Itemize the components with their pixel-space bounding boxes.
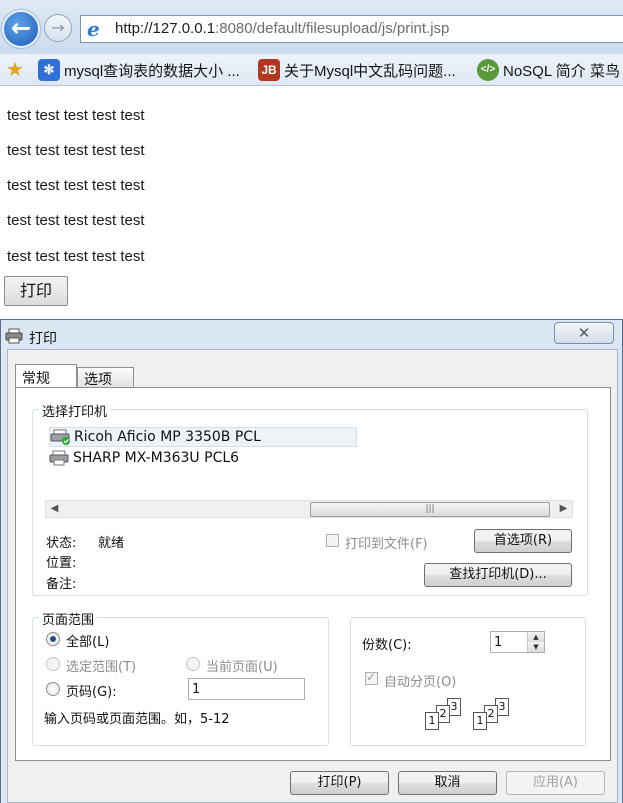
printer-name: Ricoh Aficio MP 3350B PCL bbox=[74, 429, 261, 445]
dialog-title: 打印 bbox=[29, 331, 57, 347]
scroll-right-arrow-icon[interactable]: ▶ bbox=[555, 501, 572, 517]
collate-pages-icon: 3 2 1 bbox=[425, 698, 465, 732]
range-pages-radio[interactable] bbox=[46, 682, 60, 696]
find-printer-button[interactable]: 查找打印机(D)... bbox=[424, 563, 572, 587]
star-icon: ★ bbox=[6, 59, 24, 81]
url-host: http://127.0.0.1 bbox=[115, 20, 216, 37]
favorite-label: NoSQL 简介 菜鸟 bbox=[503, 62, 620, 80]
printer-item-ricoh[interactable]: Ricoh Aficio MP 3350B PCL bbox=[49, 427, 357, 447]
range-selection-label: 选定范围(T) bbox=[66, 660, 137, 675]
scroll-left-arrow-icon[interactable]: ◀ bbox=[46, 501, 63, 517]
cancel-button[interactable]: 取消 bbox=[398, 771, 497, 795]
favorites-star-button[interactable]: ★ bbox=[6, 58, 24, 82]
range-all-radio[interactable] bbox=[46, 632, 60, 646]
copies-spinner[interactable]: ▲ ▼ bbox=[527, 632, 544, 652]
ie-icon: e bbox=[87, 17, 100, 41]
print-button[interactable]: 打印(P) bbox=[290, 771, 389, 795]
printer-icon bbox=[49, 450, 69, 466]
copies-label: 份数(C): bbox=[362, 638, 412, 653]
range-selection-radio[interactable] bbox=[46, 657, 60, 671]
copies-group: 份数(C): 1 ▲ ▼ 自动分页(O) 3 2 1 3 2 1 bbox=[350, 617, 586, 746]
scroll-thumb[interactable]: ||| bbox=[310, 502, 550, 517]
favorite-label: 关于Mysql中文乱码问题... bbox=[284, 62, 456, 80]
dialog-body: 常规 选项 选择打印机 Ricoh Aficio MP 3350B PCL SH… bbox=[7, 349, 618, 803]
preferences-button[interactable]: 首选项(R) bbox=[474, 529, 572, 553]
jb-icon: JB bbox=[258, 59, 280, 81]
select-printer-label: 选择打印机 bbox=[39, 401, 111, 420]
test-text-line: test test test test test bbox=[7, 142, 145, 159]
test-text-line: test test test test test bbox=[7, 107, 145, 124]
address-bar[interactable]: e http://127.0.0.1:8080/default/filesupl… bbox=[80, 15, 623, 43]
test-text-line: test test test test test bbox=[7, 248, 145, 265]
favorites-bar: ★ ✻ mysql查询表的数据大小 ... JB 关于Mysql中文乱码问题..… bbox=[0, 54, 623, 86]
range-current-page-radio[interactable] bbox=[186, 657, 200, 671]
page-range-hint: 输入页码或页面范围。如，5-12 bbox=[44, 712, 230, 727]
print-dialog: 打印 ✕ 常规 选项 选择打印机 Ricoh Aficio MP 3350B P… bbox=[0, 319, 623, 803]
print-to-file-checkbox[interactable] bbox=[326, 534, 339, 547]
collate-label: 自动分页(O) bbox=[384, 675, 457, 690]
status-label: 状态: bbox=[46, 536, 77, 551]
tab-panel-general: 选择打印机 Ricoh Aficio MP 3350B PCL SHARP MX… bbox=[15, 387, 611, 761]
tab-options[interactable]: 选项 bbox=[77, 367, 134, 388]
collate-checkbox[interactable] bbox=[365, 670, 378, 685]
collate-pages-icon: 3 2 1 bbox=[473, 698, 513, 732]
range-current-page-label: 当前页面(U) bbox=[206, 660, 278, 675]
url-path: :8080/default/filesupload/js/print.jsp bbox=[215, 20, 450, 37]
comment-label: 备注: bbox=[46, 577, 77, 592]
test-text-line: test test test test test bbox=[7, 177, 145, 194]
spin-down-icon[interactable]: ▼ bbox=[528, 642, 544, 652]
test-text-line: test test test test test bbox=[7, 212, 145, 229]
printer-default-icon bbox=[50, 429, 70, 445]
print-to-file-label: 打印到文件(F) bbox=[345, 537, 428, 552]
range-pages-label: 页码(G): bbox=[66, 685, 117, 700]
page-print-button[interactable]: 打印 bbox=[4, 276, 68, 306]
favorite-link-mysql-charset[interactable]: JB 关于Mysql中文乱码问题... bbox=[258, 58, 456, 82]
back-button[interactable]: ← bbox=[2, 10, 40, 48]
tab-general[interactable]: 常规 bbox=[15, 364, 77, 388]
printer-icon bbox=[5, 328, 23, 344]
forward-button[interactable]: → bbox=[44, 14, 72, 42]
favorite-link-nosql[interactable]: </> NoSQL 简介 菜鸟 bbox=[477, 58, 620, 82]
favorite-link-mysql-size[interactable]: ✻ mysql查询表的数据大小 ... bbox=[38, 58, 240, 82]
printer-list-scrollbar[interactable]: ◀ ||| ▶ bbox=[45, 500, 573, 518]
paw-icon: ✻ bbox=[38, 59, 60, 81]
pages-input[interactable]: 1 bbox=[188, 678, 305, 700]
select-printer-group: 选择打印机 Ricoh Aficio MP 3350B PCL SHARP MX… bbox=[32, 401, 588, 596]
spin-up-icon[interactable]: ▲ bbox=[528, 632, 544, 642]
browser-toolbar: ← → e http://127.0.0.1:8080/default/file… bbox=[0, 0, 623, 54]
url-text: http://127.0.0.1:8080/default/filesuploa… bbox=[115, 20, 449, 37]
location-label: 位置: bbox=[46, 556, 77, 571]
range-all-label: 全部(L) bbox=[66, 635, 110, 650]
printer-name: SHARP MX-M363U PCL6 bbox=[73, 450, 240, 466]
page-range-label: 页面范围 bbox=[39, 609, 98, 628]
code-icon: </> bbox=[477, 59, 499, 81]
printer-item-sharp[interactable]: SHARP MX-M363U PCL6 bbox=[49, 448, 239, 468]
status-value: 就绪 bbox=[98, 536, 125, 551]
close-button[interactable]: ✕ bbox=[554, 322, 614, 344]
apply-button[interactable]: 应用(A) bbox=[506, 771, 605, 795]
favorite-label: mysql查询表的数据大小 ... bbox=[64, 62, 240, 80]
page-range-group: 页面范围 全部(L) 选定范围(T) 当前页面(U) 页码(G): 1 输入页码… bbox=[32, 609, 329, 746]
